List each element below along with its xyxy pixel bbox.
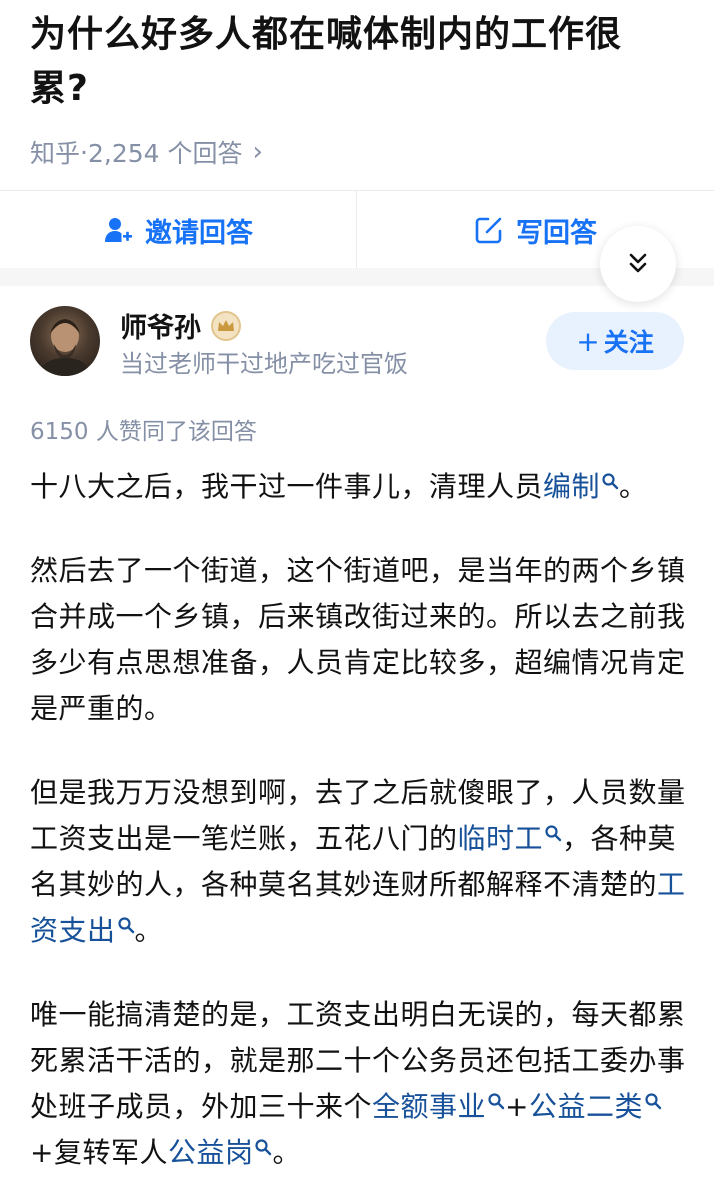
answer-text: 。 (134, 914, 164, 947)
keyword-text: 全额事业 (372, 1090, 487, 1123)
answer-paragraph: 然后去了一个街道，这个街道吧，是当年的两个乡镇合并成一个乡镇，后来镇改街过来的。… (30, 548, 690, 732)
search-icon (545, 825, 562, 842)
plus-icon: + (576, 324, 600, 358)
write-answer-label: 写回答 (516, 217, 597, 249)
edit-icon (475, 217, 502, 244)
search-icon (645, 1093, 662, 1110)
invite-answer-label: 邀请回答 (145, 217, 253, 249)
invite-answer-button[interactable]: 邀请回答 (0, 191, 357, 269)
collapse-button[interactable] (600, 226, 676, 302)
question-header: 为什么好多人都在喊体制内的工作很累? 知乎 · 2,254 个回答 › (0, 0, 714, 190)
avatar[interactable] (30, 306, 100, 376)
answer-text: +复转军人 (30, 1136, 168, 1169)
author-name: 师爷孙 (120, 313, 201, 344)
answer-text: 十八大之后，我干过一件事儿，清理人员 (30, 470, 544, 503)
chevron-right-icon: › (252, 137, 263, 167)
keyword-search-link[interactable]: 编制 (543, 470, 619, 503)
answer-text: + (505, 1090, 529, 1123)
author-name-row[interactable]: 师爷孙 (120, 306, 241, 345)
search-icon (488, 1093, 505, 1110)
keyword-text: 公益岗 (167, 1136, 254, 1169)
keyword-search-link[interactable]: 公益岗 (168, 1136, 273, 1169)
search-icon (255, 1139, 272, 1156)
keyword-text: 公益二类 (529, 1090, 644, 1123)
answer-paragraph: 唯一能搞清楚的是，工资支出明白无误的，每天都累死累活干活的，就是那二十个公务员还… (30, 992, 690, 1176)
keyword-text: 编制 (543, 470, 601, 503)
search-icon (602, 473, 619, 490)
search-icon (117, 917, 134, 934)
author-bio: 当过老师干过地产吃过官饭 (120, 350, 408, 378)
meta-separator: · (80, 137, 88, 167)
double-chevron-down-icon (629, 253, 647, 273)
author-card: 师爷孙 当过老师干过地产吃过官饭 + 关注 (0, 286, 714, 396)
question-meta[interactable]: 知乎 · 2,254 个回答 › (30, 134, 263, 170)
source-label: 知乎 (30, 139, 81, 168)
answer-paragraph: 十八大之后，我干过一件事儿，清理人员编制。 (30, 464, 690, 510)
avatar-image (38, 319, 92, 376)
follow-button[interactable]: + 关注 (546, 312, 684, 370)
invite-user-icon (105, 218, 132, 242)
crown-badge-icon (211, 310, 241, 341)
answer-text: 然后去了一个街道，这个街道吧，是当年的两个乡镇合并成一个乡镇，后来镇改街过来的。… (30, 554, 686, 725)
question-title[interactable]: 为什么好多人都在喊体制内的工作很累? (30, 8, 680, 116)
answer-content: 十八大之后，我干过一件事儿，清理人员编制。然后去了一个街道，这个街道吧，是当年的… (30, 464, 690, 1200)
keyword-text: 临时工 (457, 822, 544, 855)
keyword-search-link[interactable]: 公益二类 (529, 1090, 662, 1123)
follow-label: 关注 (603, 328, 654, 357)
answer-text: 。 (272, 1136, 301, 1169)
keyword-search-link[interactable]: 全额事业 (372, 1090, 505, 1123)
vote-count: 6150 人赞同了该回答 (30, 419, 257, 445)
answer-text: 。 (619, 470, 648, 503)
answer-count: 2,254 个回答 (87, 139, 243, 168)
answer-paragraph: 但是我万万没想到啊，去了之后就傻眼了，人员数量工资支出是一笔烂账，五花八门的临时… (30, 770, 690, 954)
keyword-search-link[interactable]: 临时工 (458, 822, 563, 855)
